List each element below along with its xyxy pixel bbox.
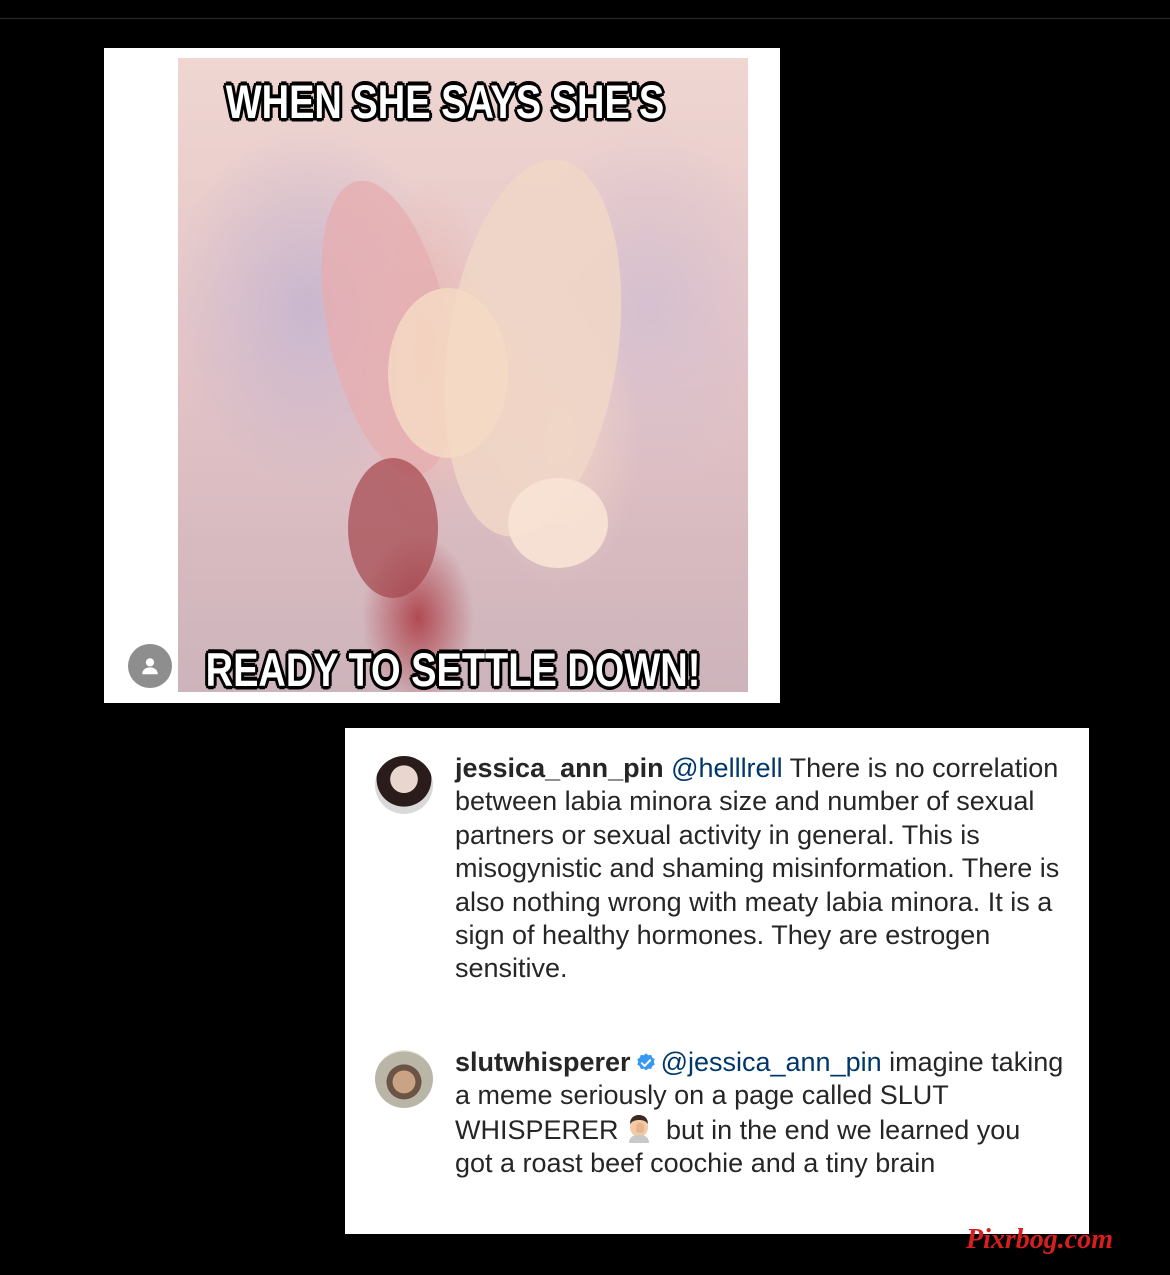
comment-username[interactable]: jessica_ann_pin	[455, 753, 664, 783]
meme-caption-top: WHEN SHE SAYS SHE'S	[225, 76, 665, 130]
avatar[interactable]	[375, 756, 433, 814]
user-tag-icon[interactable]	[128, 644, 172, 688]
meme-image-detail	[508, 478, 608, 568]
person-icon	[142, 658, 158, 675]
watermark: Pixrbog.com	[966, 1224, 1113, 1255]
meme-image: WHEN SHE SAYS SHE'S READY TO SETTLE DOWN…	[178, 58, 748, 692]
meme-image-detail	[388, 288, 508, 458]
comment-text: slutwhisperer @jessica_ann_pin imagine t…	[455, 1046, 1065, 1181]
verified-badge-icon	[636, 1053, 655, 1071]
comment-mention[interactable]: @helllrell	[671, 753, 782, 783]
top-divider	[0, 18, 1170, 19]
meme-card: WHEN SHE SAYS SHE'S READY TO SETTLE DOWN…	[104, 48, 780, 703]
comment-username[interactable]: slutwhisperer	[455, 1047, 631, 1077]
meme-image-detail	[348, 458, 438, 598]
man-facepalming-emoji-icon	[628, 1114, 649, 1143]
comment-mention[interactable]: @jessica_ann_pin	[661, 1047, 882, 1077]
comment-body: There is no correlation between labia mi…	[455, 753, 1060, 984]
comments-panel: jessica_ann_pin @helllrell There is no c…	[345, 728, 1089, 1234]
meme-caption-bottom: READY TO SETTLE DOWN!	[205, 644, 701, 692]
avatar[interactable]	[375, 1050, 433, 1108]
comment-text: jessica_ann_pin @helllrell There is no c…	[455, 752, 1065, 986]
